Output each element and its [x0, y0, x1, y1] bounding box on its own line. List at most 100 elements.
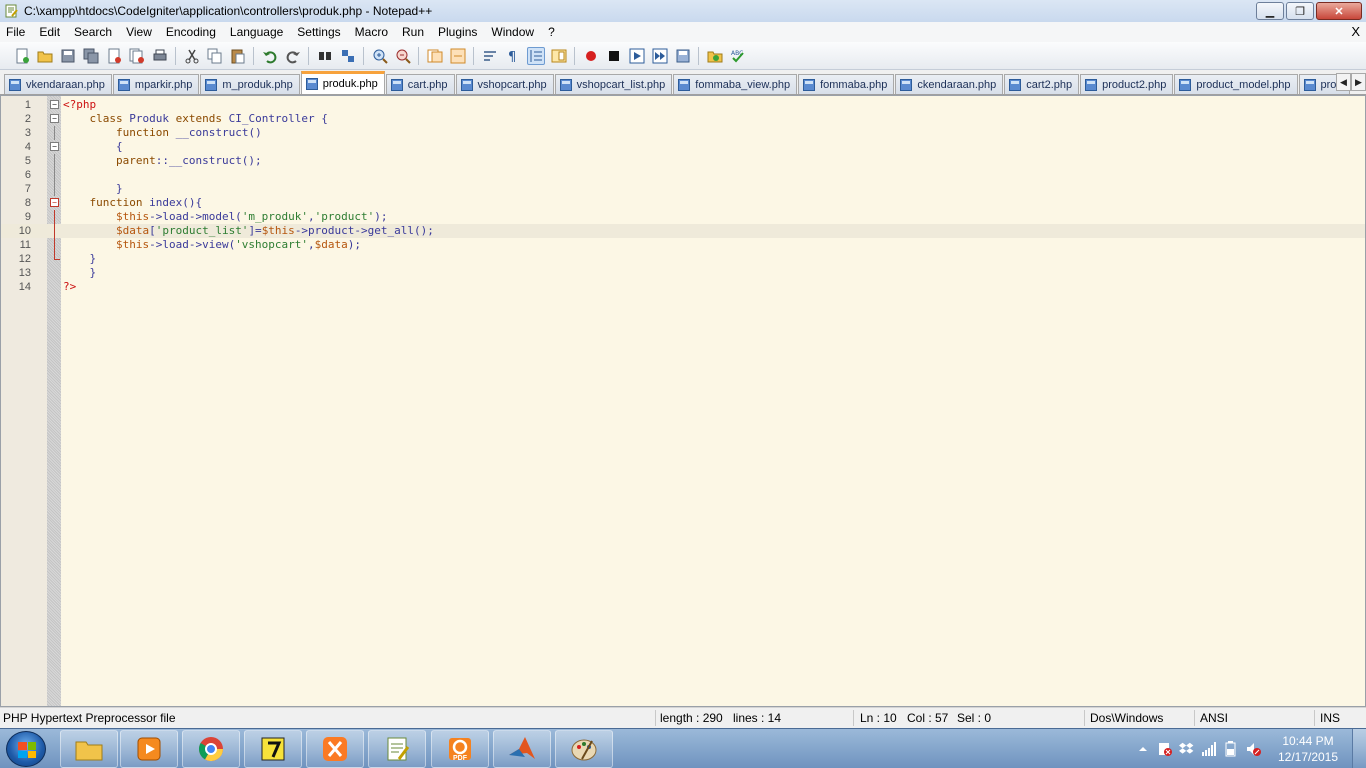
tab-mparkir[interactable]: mparkir.php [112, 74, 200, 94]
code-line[interactable]: 11 $this->load->view('vshopcart',$data); [1, 238, 1365, 252]
stop-macro-icon[interactable] [605, 47, 623, 65]
dropbox-icon[interactable] [1179, 741, 1195, 757]
tab-scroll-left-button[interactable]: ◀ [1336, 73, 1351, 91]
fold-toggle-icon[interactable]: − [50, 100, 59, 109]
menu-edit[interactable]: Edit [32, 22, 67, 42]
start-button[interactable] [6, 731, 46, 767]
save-icon[interactable] [59, 47, 77, 65]
close-button[interactable]: ✕ [1316, 2, 1362, 20]
tab-cart2[interactable]: cart2.php [1004, 74, 1080, 94]
tab-vshopcart-list[interactable]: vshopcart_list.php [554, 74, 673, 94]
battery-icon[interactable] [1223, 741, 1239, 757]
tab-cart[interactable]: cart.php [385, 74, 455, 94]
tab-ckendaraan[interactable]: ckendaraan.php [895, 74, 1004, 94]
code-line[interactable]: 7 } [1, 182, 1365, 196]
code-line[interactable]: 8 − function index(){ [1, 196, 1365, 210]
taskbar-media-player[interactable] [120, 730, 178, 768]
taskbar-matlab[interactable] [493, 730, 551, 768]
fold-toggle-icon[interactable]: − [50, 198, 59, 207]
network-signal-icon[interactable] [1201, 741, 1217, 757]
play-macro-icon[interactable] [628, 47, 646, 65]
zoom-in-icon[interactable] [371, 47, 389, 65]
show-all-characters-icon[interactable]: ¶ [504, 47, 522, 65]
indent-guide-icon[interactable] [526, 46, 545, 65]
record-macro-icon[interactable] [582, 47, 600, 65]
volume-muted-icon[interactable] [1245, 741, 1261, 757]
fold-line-marker [54, 126, 55, 140]
code-line[interactable]: 12 } [1, 252, 1365, 266]
action-center-icon[interactable] [1157, 741, 1173, 757]
replace-icon[interactable] [339, 47, 357, 65]
code-line[interactable]: 6 [1, 168, 1365, 182]
tab-vkendaraan[interactable]: vkendaraan.php [4, 74, 112, 94]
taskbar-notepad-plus-plus[interactable] [368, 730, 426, 768]
redo-icon[interactable] [284, 47, 302, 65]
tab-fommaba[interactable]: fommaba.php [798, 74, 895, 94]
taskbar-paint[interactable] [555, 730, 613, 768]
show-desktop-button[interactable] [1352, 729, 1366, 768]
show-hidden-icons-icon[interactable] [1135, 741, 1151, 757]
taskbar-foxit-pdf[interactable]: PDF [431, 730, 489, 768]
menu-search[interactable]: Search [67, 22, 119, 42]
sync-horizontal-icon[interactable] [449, 47, 467, 65]
taskbar-explorer[interactable] [60, 730, 118, 768]
tab-m-produk[interactable]: m_produk.php [200, 74, 300, 94]
run-macro-multiple-icon[interactable] [651, 47, 669, 65]
menu-plugins[interactable]: Plugins [431, 22, 484, 42]
menu-settings[interactable]: Settings [290, 22, 347, 42]
taskbar-app-seven[interactable] [244, 730, 302, 768]
minimize-button[interactable]: ▁ [1256, 2, 1284, 20]
taskbar-xampp[interactable] [306, 730, 364, 768]
ftp-folder-icon[interactable] [706, 47, 724, 65]
system-clock[interactable]: 10:44 PM 12/17/2015 [1270, 733, 1346, 765]
code-line[interactable]: 3 function __construct() [1, 126, 1365, 140]
sync-vertical-icon[interactable] [426, 47, 444, 65]
fold-toggle-icon[interactable]: − [50, 114, 59, 123]
maximize-button[interactable]: ❐ [1286, 2, 1314, 20]
save-all-icon[interactable] [82, 47, 100, 65]
copy-icon[interactable] [206, 47, 224, 65]
close-document-button[interactable]: X [1351, 22, 1360, 42]
tab-product-model[interactable]: product_model.php [1174, 74, 1298, 94]
find-icon[interactable] [316, 47, 334, 65]
close-file-icon[interactable] [105, 47, 123, 65]
menu-macro[interactable]: Macro [348, 22, 395, 42]
menu-view[interactable]: View [119, 22, 159, 42]
print-icon[interactable] [151, 47, 169, 65]
undo-icon[interactable] [261, 47, 279, 65]
code-token: class [63, 112, 130, 125]
menu-window[interactable]: Window [484, 22, 541, 42]
tab-product2[interactable]: product2.php [1080, 74, 1174, 94]
tab-vshopcart[interactable]: vshopcart.php [455, 74, 554, 94]
code-line[interactable]: 14 ?> [1, 280, 1365, 294]
menu-language[interactable]: Language [223, 22, 290, 42]
spell-check-icon[interactable]: ABC [729, 47, 747, 65]
code-line[interactable]: 2 − class Produk extends CI_Controller { [1, 112, 1365, 126]
tab-scroll-right-button[interactable]: ▶ [1351, 73, 1366, 91]
save-macro-icon[interactable] [674, 47, 692, 65]
document-tab-bar: vkendaraan.php mparkir.php m_produk.php … [0, 71, 1366, 95]
taskbar-chrome[interactable] [182, 730, 240, 768]
code-line[interactable]: 9 $this->load->model('m_produk','product… [1, 210, 1365, 224]
menu-file[interactable]: File [0, 22, 32, 42]
cut-icon[interactable] [183, 47, 201, 65]
word-wrap-icon[interactable] [481, 47, 499, 65]
zoom-out-icon[interactable] [394, 47, 412, 65]
code-line[interactable]: 13 } [1, 266, 1365, 280]
code-line[interactable]: 5 parent::__construct(); [1, 154, 1365, 168]
fold-toggle-icon[interactable]: − [50, 142, 59, 151]
new-file-icon[interactable] [13, 47, 31, 65]
code-line[interactable]: 10 $data['product_list']=$this->product-… [1, 224, 1365, 238]
tab-fommaba-view[interactable]: fommaba_view.php [673, 74, 798, 94]
code-line[interactable]: 1 − <?php [1, 98, 1365, 112]
menu-help[interactable]: ? [541, 22, 562, 42]
code-editor[interactable]: 1− <?php 2− class Produk extends CI_Contro… [0, 95, 1366, 707]
code-line[interactable]: 4 − { [1, 140, 1365, 154]
close-all-icon[interactable] [128, 47, 146, 65]
menu-run[interactable]: Run [395, 22, 431, 42]
paste-icon[interactable] [229, 47, 247, 65]
menu-encoding[interactable]: Encoding [159, 22, 223, 42]
document-map-icon[interactable] [550, 47, 568, 65]
open-file-icon[interactable] [36, 47, 54, 65]
tab-produk[interactable]: produk.php [300, 71, 385, 94]
